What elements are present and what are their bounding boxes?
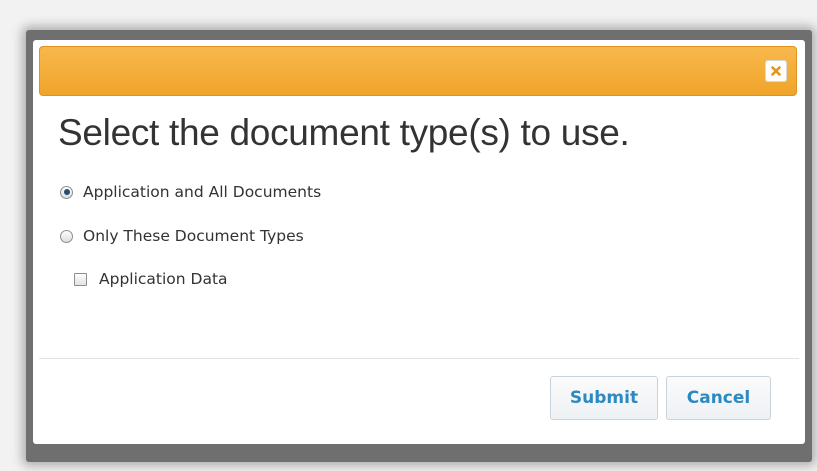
submit-button[interactable]: Submit bbox=[550, 376, 658, 420]
option-application-and-all-documents[interactable]: Application and All Documents bbox=[60, 183, 321, 201]
checkbox-application-data[interactable] bbox=[74, 272, 87, 286]
close-icon bbox=[771, 66, 781, 76]
radio-only-these-document-types[interactable] bbox=[60, 229, 73, 243]
option-label: Only These Document Types bbox=[83, 227, 304, 245]
option-label: Application Data bbox=[99, 270, 228, 288]
dialog-titlebar bbox=[39, 46, 797, 96]
option-label: Application and All Documents bbox=[83, 183, 322, 201]
option-application-data[interactable]: Application Data bbox=[74, 270, 228, 288]
option-only-these-document-types[interactable]: Only These Document Types bbox=[60, 227, 304, 245]
close-button[interactable] bbox=[765, 60, 787, 82]
cancel-button[interactable]: Cancel bbox=[666, 376, 771, 420]
dialog-title: Select the document type(s) to use. bbox=[58, 112, 630, 153]
footer-divider bbox=[39, 358, 799, 359]
document-type-dialog: Select the document type(s) to use. Appl… bbox=[33, 40, 805, 444]
radio-application-and-all-documents[interactable] bbox=[60, 185, 73, 199]
